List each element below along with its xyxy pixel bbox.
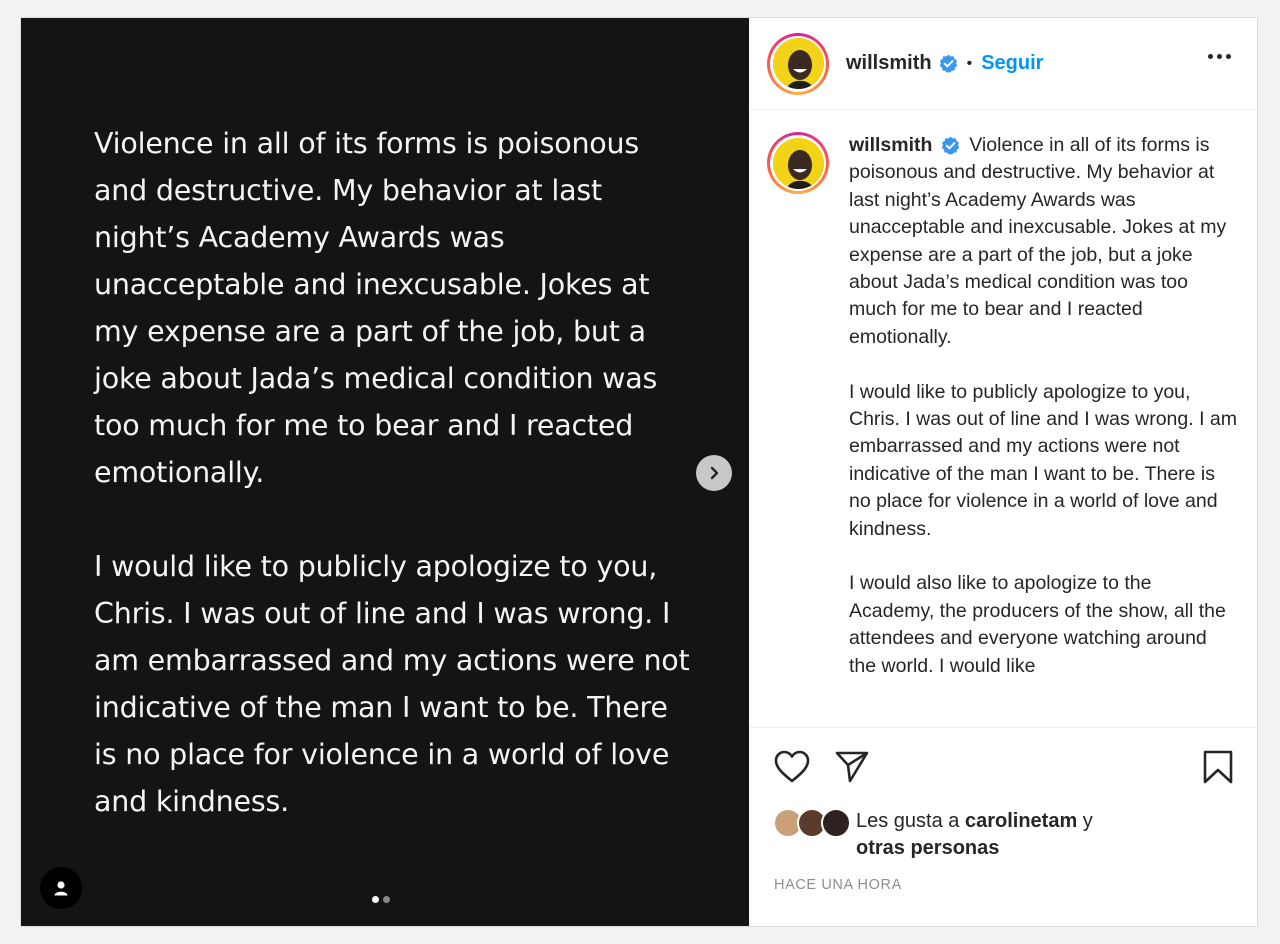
- caption-avatar[interactable]: [767, 132, 829, 194]
- action-bar: [749, 727, 1257, 808]
- likes-user-link[interactable]: carolinetam: [965, 810, 1077, 832]
- caption-username[interactable]: willsmith: [849, 134, 932, 156]
- bookmark-icon[interactable]: [1203, 750, 1233, 789]
- caption-avatar-image: [772, 137, 824, 189]
- comments-section: willsmith Violence in all of its forms i…: [749, 110, 1257, 727]
- slide-text: Violence in all of its forms is poisonou…: [94, 120, 694, 872]
- more-options-icon[interactable]: [1208, 54, 1231, 59]
- send-icon[interactable]: [835, 750, 869, 789]
- post-header: willsmith • Seguir: [749, 18, 1257, 110]
- header-separator: •: [966, 54, 973, 72]
- likes-text: Les gusta a carolinetam y otras personas: [856, 808, 1156, 862]
- chevron-right-icon: [710, 466, 719, 480]
- carousel-dot-active: [372, 896, 379, 903]
- liker-avatar[interactable]: [821, 808, 851, 838]
- likes-section: Les gusta a carolinetam y otras personas: [749, 808, 1257, 870]
- follow-button[interactable]: Seguir: [981, 52, 1043, 75]
- post-media: Violence in all of its forms is poisonou…: [21, 18, 749, 926]
- avatar-image: [772, 38, 824, 89]
- likes-prefix: Les gusta a: [856, 810, 965, 832]
- verified-badge-icon: [941, 136, 960, 156]
- caption-paragraph-2: I would like to publicly apologize to yo…: [849, 380, 1238, 540]
- user-tag-icon: [54, 881, 68, 896]
- header-username[interactable]: willsmith: [846, 52, 932, 75]
- post-side-panel: willsmith • Seguir willsmith Violence in…: [749, 18, 1257, 926]
- post-dialog: Violence in all of its forms is poisonou…: [20, 17, 1258, 927]
- avatar[interactable]: [767, 32, 829, 95]
- carousel-indicator: [372, 896, 390, 903]
- caption: willsmith Violence in all of its forms i…: [767, 132, 1239, 707]
- verified-badge-icon: [939, 54, 958, 73]
- carousel-dot: [383, 896, 390, 903]
- caption-paragraph-1: Violence in all of its forms is poisonou…: [849, 134, 1227, 348]
- likes-others-link[interactable]: otras personas: [856, 837, 999, 859]
- next-slide-button[interactable]: [696, 455, 732, 491]
- slide-paragraph-2: I would like to publicly apologize to yo…: [94, 550, 690, 818]
- post-timestamp[interactable]: HACE UNA HORA: [749, 870, 1257, 926]
- heart-icon[interactable]: [774, 750, 810, 789]
- likes-connector: y: [1077, 810, 1093, 832]
- caption-paragraph-3: I would also like to apologize to the Ac…: [849, 572, 1226, 677]
- caption-text: willsmith Violence in all of its forms i…: [849, 132, 1237, 707]
- slide-paragraph-1: Violence in all of its forms is poisonou…: [94, 127, 658, 489]
- tagged-users-button[interactable]: [40, 867, 82, 909]
